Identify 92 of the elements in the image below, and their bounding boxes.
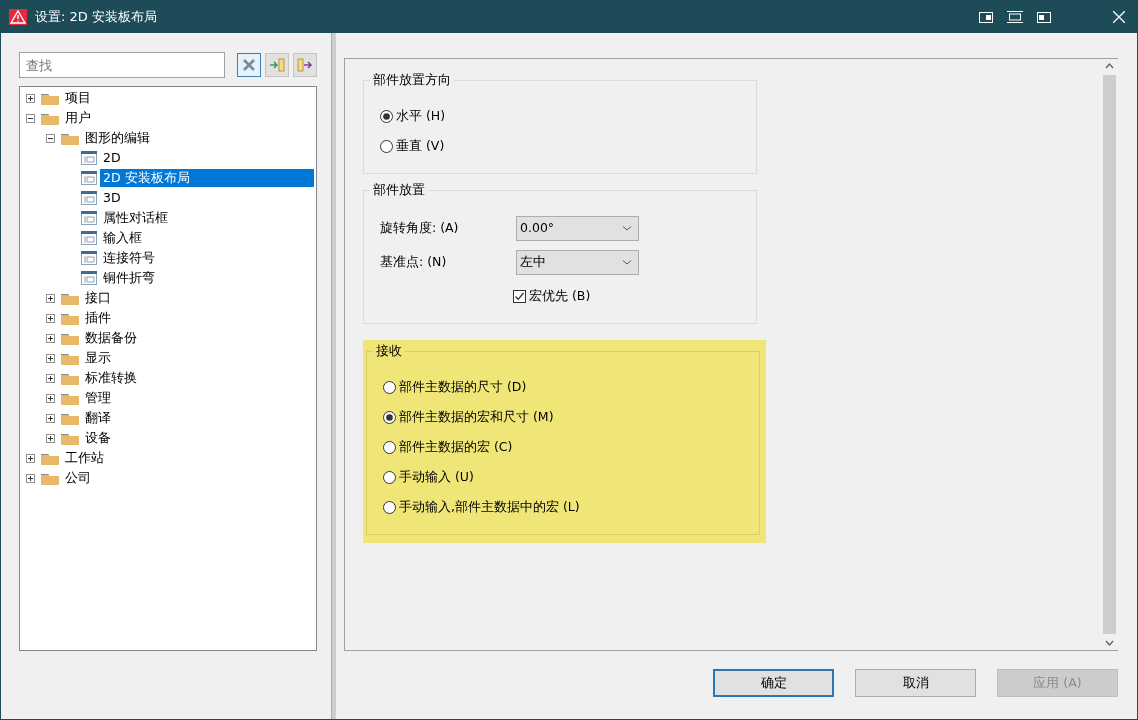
- radio-button[interactable]: [383, 440, 396, 454]
- expand-icon[interactable]: [26, 453, 35, 463]
- option-label: 水平 (H): [396, 106, 446, 125]
- option-label: 手动输入 (U): [399, 467, 474, 486]
- expand-icon[interactable]: [46, 313, 55, 323]
- folder-icon: [41, 111, 59, 125]
- expand-icon[interactable]: [46, 333, 55, 343]
- dialog-button[interactable]: 确定: [713, 669, 834, 697]
- tree-item[interactable]: 工作站: [62, 449, 107, 467]
- tree-item[interactable]: 2D 安装板布局: [100, 169, 314, 187]
- tree-item[interactable]: 公司: [62, 469, 94, 487]
- tree-item[interactable]: 图形的编辑: [82, 129, 153, 147]
- option-label: 部件主数据的宏 (C): [399, 437, 513, 456]
- field-label: 基准点: (N): [380, 252, 448, 271]
- radio-button[interactable]: [383, 410, 396, 424]
- folder-icon: [61, 331, 79, 345]
- clear-button[interactable]: [237, 53, 261, 77]
- window-layout-icon[interactable]: [1007, 11, 1023, 23]
- expand-icon[interactable]: [46, 413, 55, 423]
- page-icon: [81, 251, 97, 265]
- close-icon: [243, 59, 255, 71]
- folder-icon: [61, 431, 79, 445]
- arrow-out-of-bar-icon: [297, 58, 313, 72]
- dialog-button[interactable]: 取消: [855, 669, 976, 697]
- tree-item[interactable]: 插件: [82, 309, 114, 327]
- radio-button[interactable]: [383, 500, 396, 514]
- arrow-into-bar-icon: [269, 58, 285, 72]
- search-field[interactable]: 查找: [19, 52, 225, 78]
- tree-item[interactable]: 接口: [82, 289, 114, 307]
- window-layout-icon[interactable]: [979, 11, 993, 23]
- tree-item[interactable]: 3D: [100, 189, 124, 207]
- dropdown[interactable]: 左中: [516, 249, 639, 275]
- window-title: 设置: 2D 安装板布局: [35, 8, 157, 27]
- tree-item[interactable]: 管理: [82, 389, 114, 407]
- folder-icon: [61, 391, 79, 405]
- expand-icon[interactable]: [26, 473, 35, 483]
- checkbox[interactable]: [513, 289, 526, 303]
- tree-item[interactable]: 属性对话框: [100, 209, 171, 227]
- tree-item[interactable]: 数据备份: [82, 329, 140, 347]
- group-title: 接收: [373, 343, 405, 359]
- page-icon: [81, 271, 97, 285]
- folder-icon: [61, 311, 79, 325]
- expand-icon[interactable]: [46, 293, 55, 303]
- folder-icon: [61, 351, 79, 365]
- option-label: 垂直 (V): [396, 136, 445, 155]
- folder-icon: [41, 451, 59, 465]
- folder-icon: [41, 91, 59, 105]
- tree-item[interactable]: 项目: [62, 89, 94, 107]
- option-label: 部件主数据的尺寸 (D): [399, 377, 527, 396]
- option-label: 宏优先 (B): [529, 286, 591, 305]
- page-icon: [81, 151, 97, 165]
- tree-item[interactable]: 连接符号: [100, 249, 158, 267]
- folder-icon: [61, 291, 79, 305]
- radio-button[interactable]: [380, 109, 393, 123]
- tree-item[interactable]: 标准转换: [82, 369, 140, 387]
- collapse-icon[interactable]: [26, 113, 35, 123]
- folder-icon: [41, 471, 59, 485]
- tree-item[interactable]: 2D: [100, 149, 124, 167]
- tree-item[interactable]: 翻译: [82, 409, 114, 427]
- expand-icon[interactable]: [46, 393, 55, 403]
- radio-button[interactable]: [380, 139, 393, 153]
- tree-item[interactable]: 铜件折弯: [100, 269, 158, 287]
- page-icon: [81, 211, 97, 225]
- expand-icon[interactable]: [46, 373, 55, 383]
- radio-button[interactable]: [383, 470, 396, 484]
- group-title: 部件放置方向: [370, 72, 454, 88]
- close-icon[interactable]: [1113, 11, 1125, 23]
- expand-icon[interactable]: [26, 93, 35, 103]
- folder-icon: [61, 411, 79, 425]
- tree-item[interactable]: 设备: [82, 429, 114, 447]
- folder-icon: [61, 371, 79, 385]
- group-title: 部件放置: [370, 182, 428, 198]
- page-icon: [81, 171, 97, 185]
- tree-item[interactable]: 输入框: [100, 229, 145, 247]
- option-label: 手动输入,部件主数据中的宏 (L): [399, 497, 580, 516]
- option-label: 部件主数据的宏和尺寸 (M): [399, 407, 554, 426]
- folder-icon: [61, 131, 79, 145]
- window-layout-icon[interactable]: [1037, 11, 1051, 23]
- page-icon: [81, 231, 97, 245]
- caret-icon: [622, 224, 632, 232]
- field-label: 旋转角度: (A): [380, 218, 460, 237]
- collapse-icon[interactable]: [46, 133, 55, 143]
- radio-button[interactable]: [383, 380, 396, 394]
- page-icon: [81, 191, 97, 205]
- expand-icon[interactable]: [46, 433, 55, 443]
- expand-icon[interactable]: [46, 353, 55, 363]
- dropdown[interactable]: 0.00°: [516, 215, 639, 241]
- caret-icon: [622, 258, 632, 266]
- tree-item[interactable]: 显示: [82, 349, 114, 367]
- tree-item[interactable]: 用户: [62, 109, 94, 127]
- warning-icon: [9, 9, 27, 25]
- export-button[interactable]: [293, 53, 317, 77]
